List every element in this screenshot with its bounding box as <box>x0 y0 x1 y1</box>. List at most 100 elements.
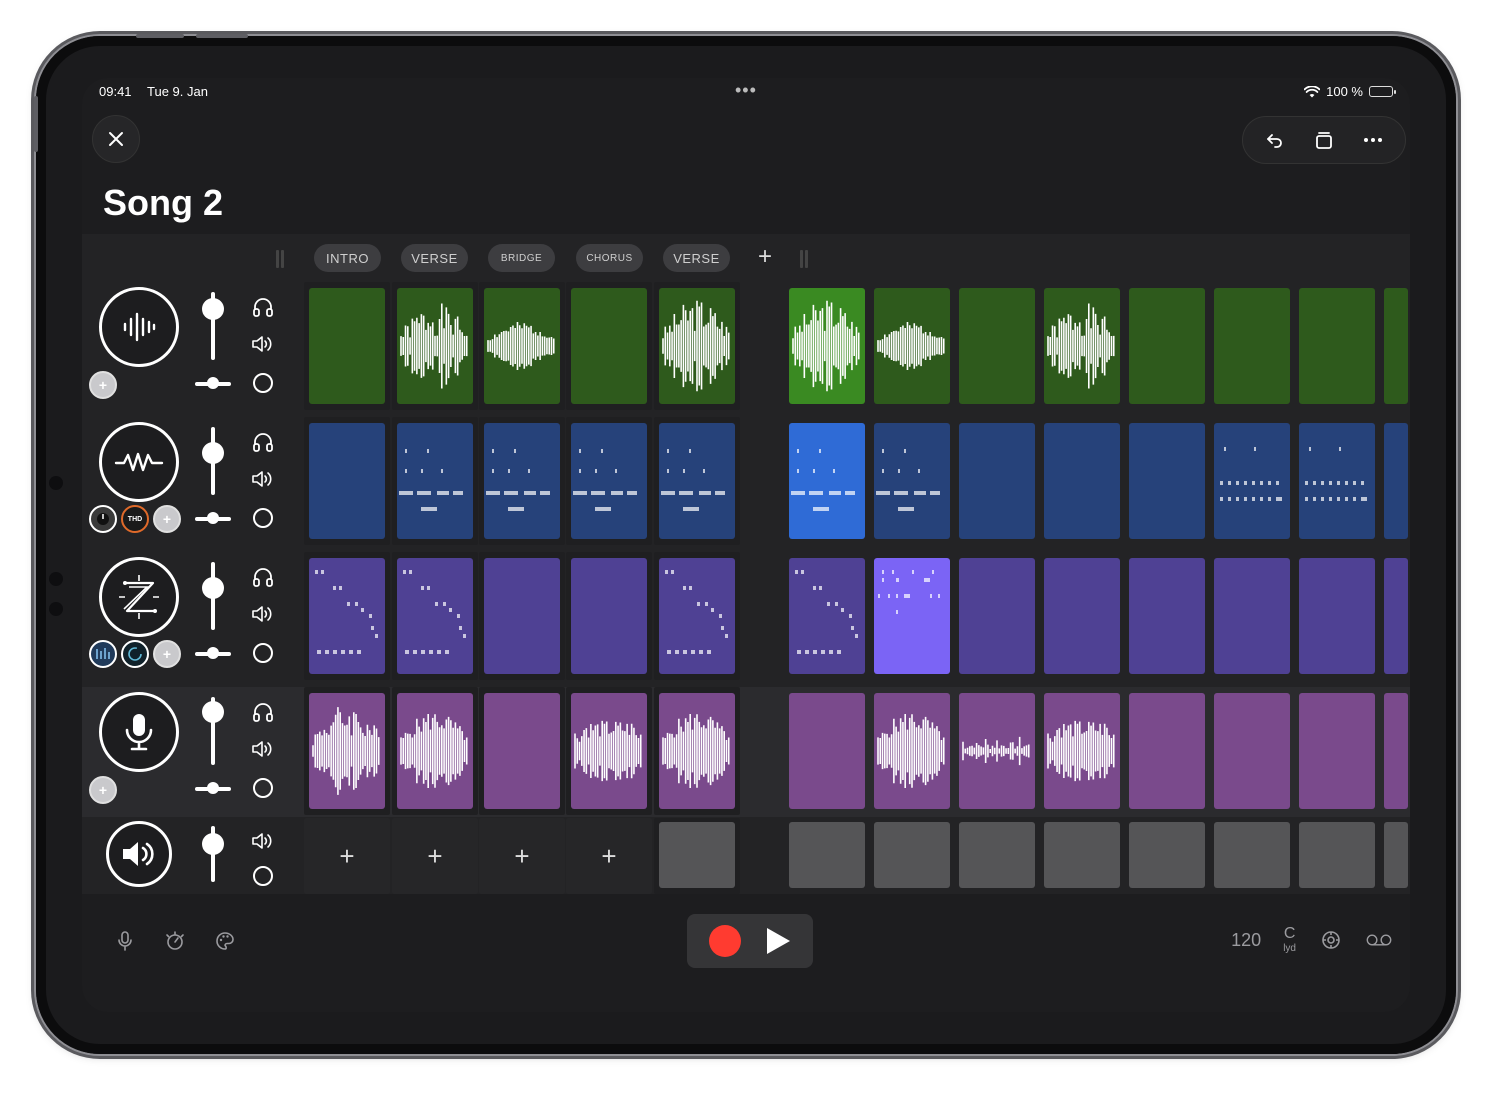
clip-empty[interactable] <box>1214 558 1290 674</box>
master-clip[interactable] <box>959 822 1035 888</box>
clip-empty[interactable] <box>1044 423 1120 539</box>
clip-empty[interactable] <box>1129 423 1205 539</box>
clip-empty[interactable] <box>484 558 560 674</box>
add-effect-button[interactable]: + <box>153 640 181 668</box>
pan-slider-knob[interactable] <box>207 782 219 794</box>
add-scene-button[interactable]: + <box>752 242 778 272</box>
effect-knob-icon[interactable] <box>89 505 117 533</box>
clip-empty[interactable] <box>309 423 385 539</box>
clip-empty[interactable] <box>1384 423 1408 539</box>
clip-midi[interactable] <box>1299 423 1375 539</box>
speaker-icon[interactable] <box>250 736 276 762</box>
clip-empty[interactable] <box>1129 558 1205 674</box>
clip-empty[interactable] <box>959 288 1035 404</box>
record-arm-button[interactable] <box>250 775 276 801</box>
clip-midi[interactable] <box>659 558 735 674</box>
clip-midi[interactable] <box>309 558 385 674</box>
pan-slider-knob[interactable] <box>207 377 219 389</box>
instrument-button-vocal[interactable] <box>99 692 179 772</box>
clip-empty[interactable] <box>1384 558 1408 674</box>
clip-empty[interactable] <box>1044 558 1120 674</box>
scene-chorus[interactable]: CHORUS <box>576 244 643 272</box>
multitasking-dots-icon[interactable]: ••• <box>735 80 757 101</box>
master-clip[interactable] <box>1299 822 1375 888</box>
clip-active[interactable] <box>789 288 865 404</box>
sound-library-button[interactable] <box>212 928 238 954</box>
add-clip-button[interactable]: + <box>566 818 652 894</box>
clip-empty[interactable] <box>484 693 560 809</box>
clip-empty[interactable] <box>959 423 1035 539</box>
scenes-button[interactable] <box>1308 124 1340 156</box>
master-volume-fader[interactable] <box>202 826 224 882</box>
clip-empty[interactable] <box>1299 558 1375 674</box>
clip-midi[interactable] <box>659 423 735 539</box>
clip-empty[interactable] <box>309 288 385 404</box>
clip-wave[interactable] <box>959 693 1035 809</box>
clip-active[interactable] <box>789 423 865 539</box>
clip-empty[interactable] <box>1299 288 1375 404</box>
clip-wave[interactable] <box>309 693 385 809</box>
effect-eq-icon[interactable] <box>89 640 117 668</box>
record-arm-button[interactable] <box>250 640 276 666</box>
record-arm-button[interactable] <box>250 505 276 531</box>
scene-intro[interactable]: INTRO <box>314 244 381 272</box>
clip-wave[interactable] <box>571 693 647 809</box>
tempo-button[interactable]: 120 <box>1231 930 1261 951</box>
add-effect-button[interactable]: + <box>89 776 117 804</box>
clip-empty[interactable] <box>571 288 647 404</box>
headphones-icon[interactable] <box>250 429 276 455</box>
clip-wave[interactable] <box>397 693 473 809</box>
clip-empty[interactable] <box>1384 288 1408 404</box>
speaker-icon[interactable] <box>250 331 276 357</box>
record-button[interactable] <box>709 925 741 957</box>
volume-fader-knob[interactable] <box>202 298 224 320</box>
clip-wave[interactable] <box>484 288 560 404</box>
clip-empty[interactable] <box>1129 288 1205 404</box>
volume-fader-audio[interactable] <box>202 292 224 360</box>
clip-empty[interactable] <box>571 558 647 674</box>
master-clip[interactable] <box>1044 822 1120 888</box>
clip-empty[interactable] <box>1129 693 1205 809</box>
add-clip-button[interactable]: + <box>304 818 390 894</box>
clip-midi[interactable] <box>1214 423 1290 539</box>
clip-wave[interactable] <box>659 693 735 809</box>
clip-wave[interactable] <box>874 693 950 809</box>
master-clip[interactable] <box>874 822 950 888</box>
volume-fader-knob[interactable] <box>202 700 224 723</box>
scene-drag-handle-icon[interactable] <box>276 250 284 268</box>
scene-verse[interactable]: VERSE <box>663 244 730 272</box>
master-output-button[interactable] <box>106 821 172 887</box>
clip-midi[interactable] <box>484 423 560 539</box>
clip-midi[interactable] <box>571 423 647 539</box>
clip-midi[interactable] <box>397 558 473 674</box>
pan-slider-vocal[interactable] <box>195 782 231 794</box>
headphones-icon[interactable] <box>250 699 276 725</box>
clip-empty[interactable] <box>1299 693 1375 809</box>
pan-slider-drums[interactable] <box>195 647 231 659</box>
pan-slider-knob[interactable] <box>207 512 219 524</box>
speaker-icon[interactable] <box>250 828 276 854</box>
clip-active[interactable] <box>874 558 950 674</box>
effect-thd-icon[interactable]: THD <box>121 505 149 533</box>
add-clip-button[interactable]: + <box>392 818 478 894</box>
clip-empty[interactable] <box>1214 288 1290 404</box>
scene-verse[interactable]: VERSE <box>401 244 468 272</box>
add-effect-button[interactable]: + <box>89 371 117 399</box>
clip-midi[interactable] <box>874 423 950 539</box>
volume-fader-knob[interactable] <box>202 576 224 599</box>
clip-wave[interactable] <box>397 288 473 404</box>
speaker-icon[interactable] <box>250 466 276 492</box>
key-button[interactable]: C lyd <box>1283 926 1296 954</box>
undo-button[interactable] <box>1259 124 1291 156</box>
effect-ring-icon[interactable] <box>121 640 149 668</box>
volume-fader-knob[interactable] <box>202 832 224 855</box>
pan-slider-knob[interactable] <box>207 647 219 659</box>
headphones-icon[interactable] <box>250 294 276 320</box>
master-clip[interactable] <box>1129 822 1205 888</box>
volume-fader-vocal[interactable] <box>202 697 224 765</box>
instrument-button-audio[interactable] <box>99 287 179 367</box>
clip-wave[interactable] <box>1044 693 1120 809</box>
add-clip-button[interactable]: + <box>479 818 565 894</box>
record-arm-button[interactable] <box>250 370 276 396</box>
clip-wave[interactable] <box>1044 288 1120 404</box>
